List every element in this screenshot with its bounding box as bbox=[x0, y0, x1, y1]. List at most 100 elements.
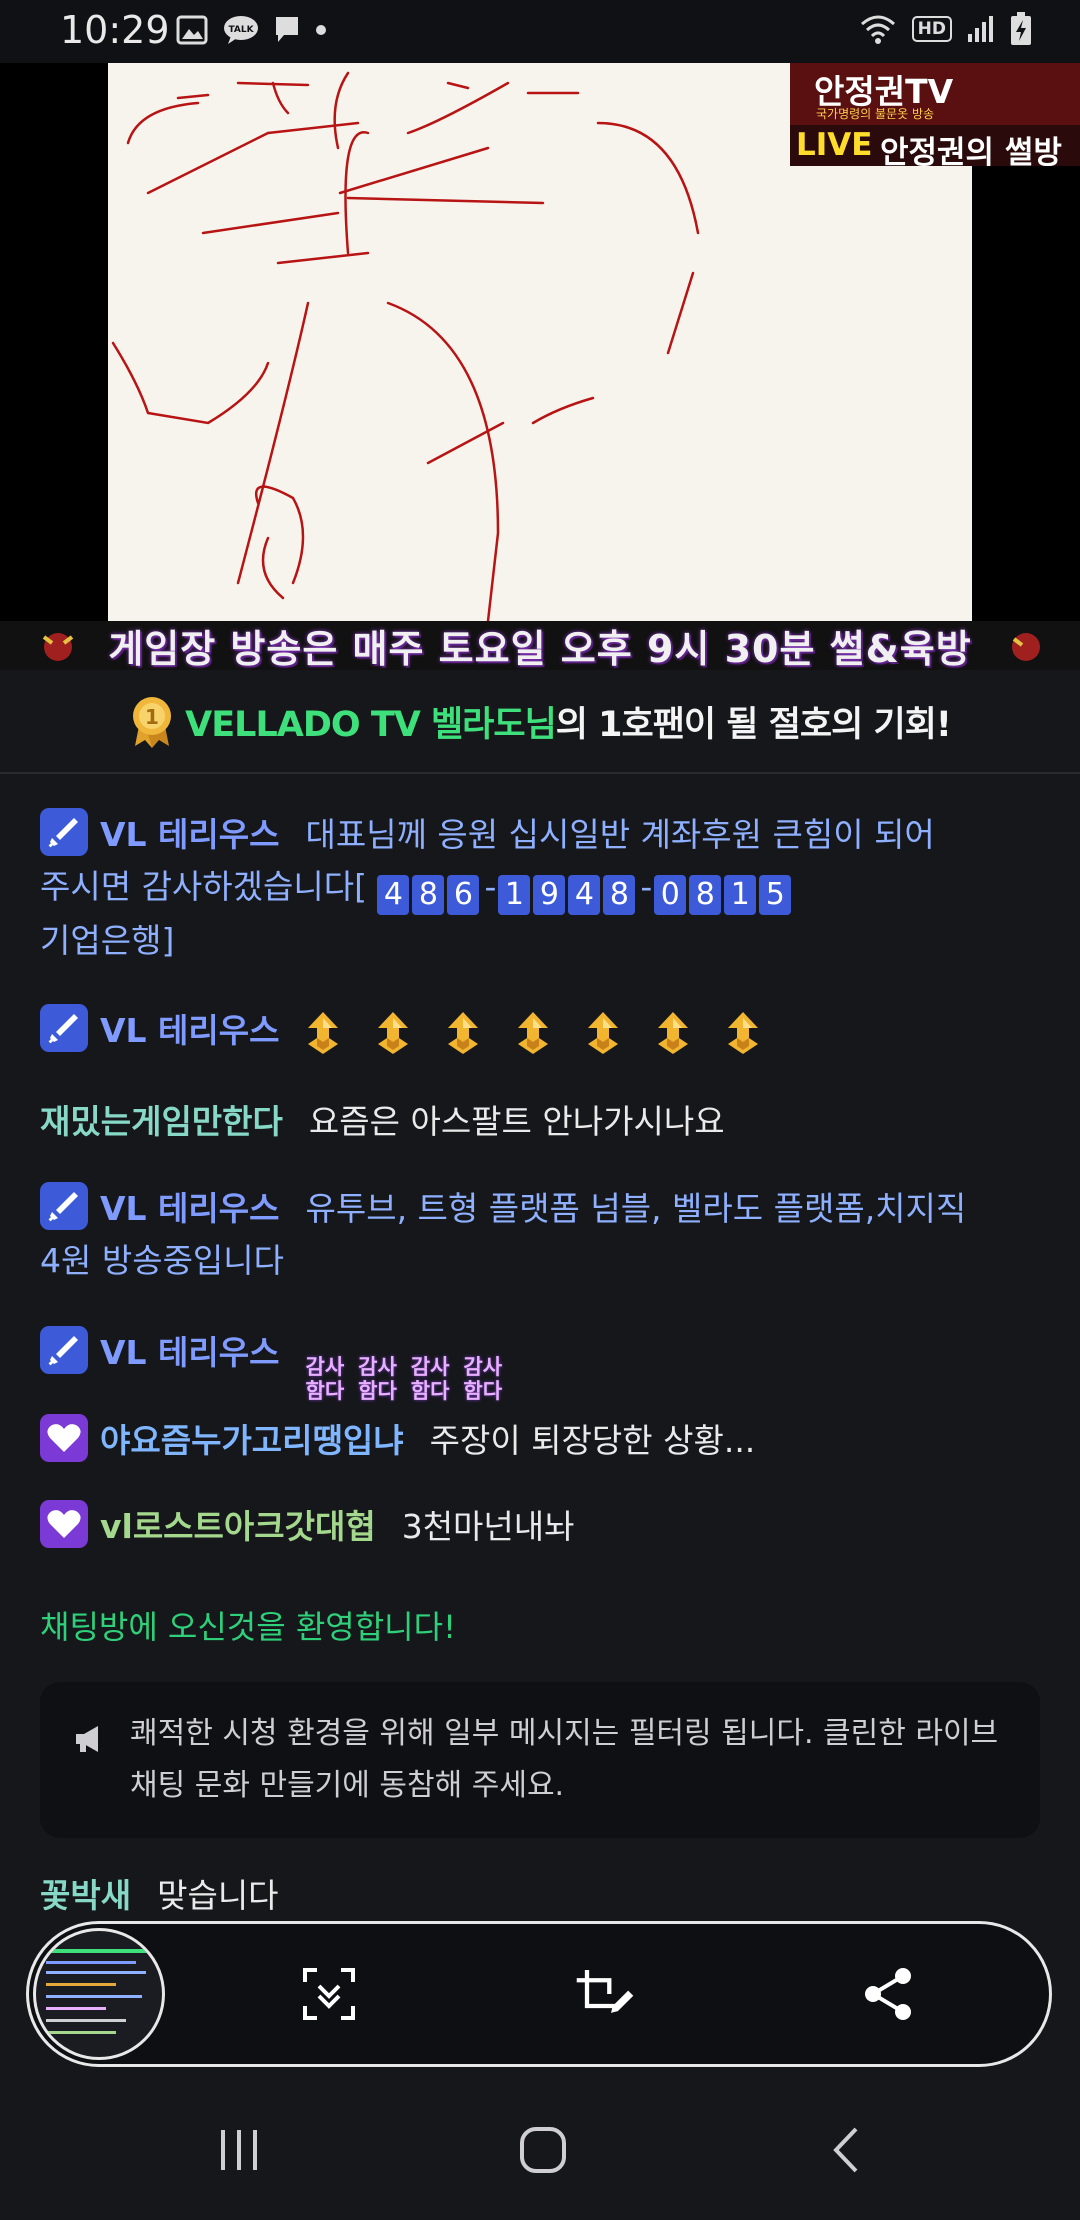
up-arrow-emoji-icon bbox=[727, 1012, 758, 1054]
medal-icon: 1 bbox=[133, 697, 172, 748]
share-icon bbox=[865, 1968, 911, 2020]
up-arrow-emoji-row bbox=[306, 1011, 796, 1054]
account-digit: 4 bbox=[377, 875, 410, 915]
chat-text: 요즘은 아스팔트 안나가시나요 bbox=[308, 1102, 725, 1141]
video-ticker: 게임장 방송은 매주 토요일 오후 9시 30분 썰&육방 bbox=[0, 621, 1080, 670]
notification-icons: TALK bbox=[176, 14, 328, 46]
wifi-icon bbox=[860, 15, 895, 44]
battery-charging-icon bbox=[1011, 12, 1031, 45]
status-bar: 10:29 TALK HD bbox=[0, 0, 1080, 63]
svg-text:1: 1 bbox=[145, 705, 159, 729]
account-digit: 4 bbox=[568, 875, 601, 915]
crop-edit-button[interactable] bbox=[575, 1964, 635, 2024]
account-digit: 6 bbox=[447, 875, 480, 915]
account-number: 486-1948-0815 bbox=[377, 867, 794, 915]
account-digit: 8 bbox=[603, 875, 636, 915]
banner-text: VELLADO TV 벨라도님의 1호팬이 될 절호의 기회! bbox=[185, 696, 952, 747]
chat-nickname[interactable]: vl로스트아크갓대협 bbox=[100, 1507, 376, 1546]
chat-text: 4원 방송중입니다 bbox=[40, 1241, 285, 1280]
account-digit: 9 bbox=[533, 875, 566, 915]
chat-text: 유투브, 트형 플랫폼 넘블, 벨라도 플랫폼,치지직 bbox=[305, 1189, 967, 1228]
live-label: LIVE bbox=[796, 127, 873, 163]
megaphone-icon bbox=[76, 1726, 98, 1752]
ticker-left-icon bbox=[42, 633, 74, 661]
navigation-bar bbox=[0, 2068, 1080, 2220]
channel-logo-subtitle: 국가명령의 불문옷 방송 bbox=[816, 107, 935, 121]
chat-nickname[interactable]: VL 테리우스 bbox=[100, 815, 280, 854]
chat-nickname[interactable]: 재밌는게임만한다 bbox=[40, 1102, 283, 1141]
chat-text: 3천마넌내놔 bbox=[401, 1507, 575, 1546]
home-icon bbox=[520, 2127, 566, 2173]
up-arrow-emoji-icon bbox=[517, 1012, 548, 1054]
chat-nickname[interactable]: 꽃박새 bbox=[40, 1876, 131, 1915]
recent-apps-button[interactable] bbox=[200, 2110, 280, 2190]
up-arrow-emoji-icon bbox=[657, 1012, 688, 1054]
gamsa-emote: 감사 함다 bbox=[463, 1355, 503, 1403]
chat-text: 맞습니다 bbox=[157, 1876, 279, 1915]
message-icon bbox=[276, 17, 298, 42]
account-digit: 1 bbox=[724, 875, 757, 915]
up-arrow-emoji-icon bbox=[587, 1012, 618, 1054]
up-arrow-emoji-icon bbox=[447, 1012, 478, 1054]
chat-text: 주장이 퇴장당한 상황... bbox=[429, 1421, 756, 1460]
ticker-text: 게임장 방송은 매주 토요일 오후 9시 30분 썰&육방 bbox=[108, 627, 972, 670]
chat-text: 대표님께 응원 십시일반 계좌후원 큰힘이 되어 bbox=[305, 815, 935, 854]
account-digit: 0 bbox=[654, 875, 687, 915]
account-digit: 5 bbox=[759, 875, 792, 915]
chat-nickname[interactable]: 야요즘누가고리땡입냐 bbox=[100, 1421, 404, 1460]
account-digit: 1 bbox=[498, 875, 531, 915]
gamsa-emote: 감사 함다 bbox=[358, 1355, 397, 1403]
sword-badge-icon bbox=[40, 808, 88, 856]
banner-streamer-name: VELLADO TV 벨라도님 bbox=[185, 704, 557, 745]
share-button[interactable] bbox=[859, 1964, 919, 2024]
account-digit: 8 bbox=[689, 875, 722, 915]
svg-text:TALK: TALK bbox=[228, 25, 254, 35]
screenshot-thumbnail[interactable] bbox=[33, 1928, 165, 2060]
home-button[interactable] bbox=[503, 2110, 583, 2190]
status-time: 10:29 bbox=[60, 8, 170, 52]
chat-message[interactable]: 야요즘누가고리땡입냐 주장이 퇴장당한 상황... bbox=[40, 1414, 1040, 1467]
chat-message[interactable]: VL 테리우스 대표님께 응원 십시일반 계좌후원 큰힘이 되어 주시면 감사하겠… bbox=[40, 808, 1040, 967]
account-digit: 8 bbox=[412, 875, 445, 915]
signal-icon bbox=[968, 16, 993, 42]
heart-badge-icon bbox=[40, 1500, 88, 1548]
gamsa-emote-row: 감사 함다 감사 함다 감사 함다 감사 함다 bbox=[306, 1333, 517, 1403]
chat-message[interactable]: 재밌는게임만한다 요즘은 아스팔트 안나가시나요 bbox=[40, 1096, 1040, 1148]
chat-nickname[interactable]: VL 테리우스 bbox=[100, 1189, 280, 1228]
chat-nickname[interactable]: VL 테리우스 bbox=[100, 1011, 280, 1050]
ticker-right-icon bbox=[1012, 633, 1040, 661]
chat-message[interactable]: VL 테리우스 유투브, 트형 플랫폼 넘블, 벨라도 플랫폼,치지직 4원 방송… bbox=[40, 1182, 1040, 1287]
crop-edit-icon bbox=[576, 1970, 634, 2013]
heart-badge-icon bbox=[40, 1414, 88, 1462]
sword-badge-icon bbox=[40, 1004, 88, 1052]
scroll-capture-icon bbox=[303, 1968, 355, 2020]
dot-icon bbox=[316, 25, 326, 35]
notice-text: 쾌적한 시청 환경을 위해 일부 메시지는 필터링 됩니다. 클린한 라이브 채… bbox=[130, 1716, 999, 1803]
fan-banner[interactable]: 1 VELLADO TV 벨라도님의 1호팬이 될 절호의 기회! bbox=[0, 670, 1080, 774]
back-icon bbox=[833, 2127, 858, 2173]
hd-icon: HD bbox=[911, 16, 952, 42]
chat-text: 주시면 감사하겠습니다[ bbox=[40, 867, 367, 906]
banner-message: 의 1호팬이 될 절호의 기회! bbox=[555, 704, 952, 745]
live-title: 안정권의 썰방 bbox=[880, 135, 1062, 171]
sword-badge-icon bbox=[40, 1326, 88, 1374]
chat-text: 기업은행] bbox=[40, 921, 175, 960]
chat-nickname[interactable]: VL 테리우스 bbox=[100, 1333, 280, 1372]
screenshot-toolbar bbox=[26, 1921, 1052, 2067]
chat-message[interactable]: VL 테리우스 bbox=[40, 1004, 1040, 1057]
welcome-message: 채팅방에 오신것을 환영합니다! bbox=[40, 1608, 456, 1646]
live-banner: LIVE 안정권의 썰방 bbox=[790, 125, 1080, 171]
chat-message[interactable]: VL 테리우스 감사 함다 감사 함다 감사 함다 감사 함다 bbox=[40, 1326, 1040, 1403]
sword-badge-icon bbox=[40, 1182, 88, 1230]
back-button[interactable] bbox=[806, 2110, 886, 2190]
gamsa-emote: 감사 함다 bbox=[410, 1355, 450, 1403]
chat-message[interactable]: 꽃박새 맞습니다 bbox=[40, 1870, 1040, 1922]
gamsa-emote: 감사 함다 bbox=[305, 1355, 345, 1403]
video-player[interactable]: 안정권TV 국가명령의 불문옷 방송 LIVE 안정권의 썰방 게임장 방송은 … bbox=[0, 63, 1080, 670]
talk-icon: TALK bbox=[224, 16, 258, 44]
channel-logo: 안정권TV 국가명령의 불문옷 방송 LIVE 안정권의 썰방 bbox=[790, 63, 1080, 171]
up-arrow-emoji-icon bbox=[377, 1012, 408, 1054]
scroll-capture-button[interactable] bbox=[299, 1964, 359, 2024]
image-icon bbox=[176, 15, 208, 45]
chat-message[interactable]: vl로스트아크갓대협 3천마넌내놔 bbox=[40, 1500, 1040, 1553]
